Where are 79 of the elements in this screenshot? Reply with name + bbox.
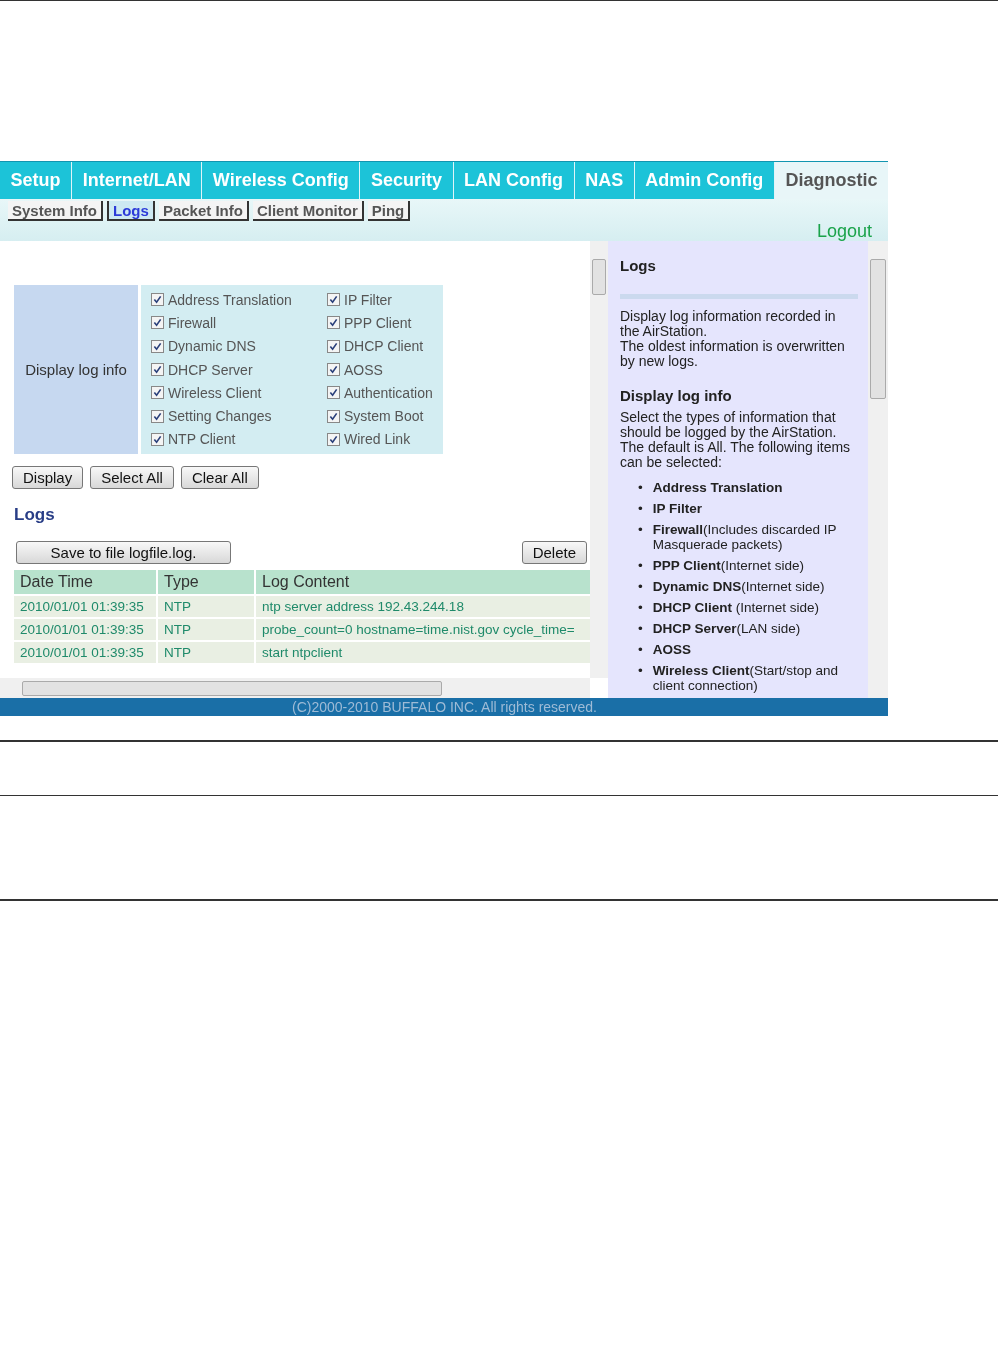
checkbox-label: Firewall — [168, 314, 217, 331]
sub-tab[interactable]: Packet Info — [158, 201, 249, 221]
table-cell: 2010/01/01 01:39:35 — [14, 642, 156, 664]
checkbox[interactable] — [327, 316, 340, 330]
checkbox[interactable] — [327, 339, 340, 353]
horizontal-scrollbar[interactable] — [0, 678, 590, 698]
checkbox[interactable] — [327, 432, 340, 446]
delete-button[interactable]: Delete — [521, 541, 587, 565]
checkbox[interactable] — [151, 432, 164, 446]
checkbox-label: IP Filter — [344, 291, 392, 308]
bullet: • — [638, 621, 643, 636]
checkbox[interactable] — [151, 363, 164, 377]
action-button[interactable]: Clear All — [180, 466, 259, 490]
bullet: • — [638, 642, 643, 657]
action-button[interactable]: Display — [12, 466, 84, 490]
table-cell: 2010/01/01 01:39:35 — [14, 619, 156, 641]
help-title: Logs — [620, 257, 657, 274]
checkbox-label: Wireless Client — [168, 384, 262, 401]
bullet: • — [638, 558, 643, 573]
checkbox-label: System Boot — [344, 408, 424, 425]
bullet: • — [638, 600, 643, 615]
checkbox[interactable] — [151, 316, 164, 330]
help-list-item: AOSS — [652, 642, 691, 657]
checkbox-label: NTP Client — [168, 431, 236, 448]
checkbox[interactable] — [327, 293, 340, 307]
bullet: • — [638, 663, 643, 678]
bullet: • — [638, 579, 643, 594]
checkbox-label: DHCP Client — [344, 338, 424, 355]
checkbox-label: DHCP Server — [168, 361, 253, 378]
help-list-item: Wireless Client(Start/stop and client connection) — [652, 663, 839, 693]
checkbox-label: Wired Link — [344, 431, 411, 448]
vertical-scrollbar[interactable] — [590, 241, 608, 678]
help-list-item: DHCP Client (Internet side) — [652, 600, 820, 615]
sub-tab[interactable]: System Info — [8, 201, 104, 221]
checkbox-label: Authentication — [344, 384, 433, 401]
checkbox-label: AOSS — [344, 361, 383, 378]
checkbox-label: Setting Changes — [168, 408, 272, 425]
help-text: Select the types of information that should be logged by the AirStation. The default is All. The following items can be selected: — [620, 410, 852, 470]
table-cell: NTP — [158, 596, 254, 618]
column-header: Type — [158, 570, 254, 595]
action-button[interactable]: Select All — [90, 466, 174, 490]
table-cell: NTP — [158, 642, 254, 664]
copyright-text: (C)2000-2010 BUFFALO INC. All rights reserved. — [0, 698, 888, 716]
option-label: Display log info — [14, 285, 138, 455]
help-text: Display log information recorded in the AirStation. The oldest information is overwritten by new logs. — [620, 309, 846, 369]
bullet: • — [638, 480, 643, 495]
checkbox[interactable] — [151, 386, 164, 400]
help-list-item: Dynamic DNS(Internet side) — [652, 579, 825, 594]
checkbox[interactable] — [151, 409, 164, 423]
sub-tab[interactable]: Ping — [367, 201, 411, 221]
help-list-item: Firewall(Includes discarded IP Masquerade packets) — [652, 522, 838, 552]
checkbox[interactable] — [151, 339, 164, 353]
checkbox[interactable] — [327, 409, 340, 423]
vertical-scrollbar[interactable] — [868, 241, 888, 698]
section-heading: Logs — [14, 505, 56, 526]
checkbox-label: Address Translation — [168, 291, 292, 308]
bullet: • — [638, 501, 643, 516]
save-button[interactable]: Save to file logfile.log. — [16, 541, 231, 565]
table-cell: probe_count=0 hostname=time.nist.gov cycle_time= — [256, 619, 590, 641]
checkbox[interactable] — [151, 293, 164, 307]
help-list-item: PPP Client(Internet side) — [652, 558, 805, 573]
bullet: • — [638, 522, 643, 537]
sub-tab[interactable]: Logs — [107, 201, 155, 221]
checkbox[interactable] — [327, 363, 340, 377]
help-list-item: DHCP Server(LAN side) — [652, 621, 801, 636]
help-heading: Display log info — [620, 387, 733, 404]
checkbox-label: PPP Client — [344, 314, 412, 331]
column-header: Date Time — [14, 570, 156, 595]
checkbox-label: Dynamic DNS — [168, 338, 256, 355]
sub-tab[interactable]: Client Monitor — [252, 201, 364, 221]
help-list-item: IP Filter — [652, 501, 702, 516]
table-cell: ntp server address 192.43.244.18 — [256, 596, 590, 618]
table-cell: 2010/01/01 01:39:35 — [14, 596, 156, 618]
help-list-item: Address Translation — [652, 480, 783, 495]
nav-tab[interactable]: Diagnostic — [774, 162, 889, 199]
table-cell: start ntpclient — [256, 642, 590, 664]
column-header: Log Content — [256, 570, 590, 595]
table-cell: NTP — [158, 619, 254, 641]
checkbox[interactable] — [327, 386, 340, 400]
